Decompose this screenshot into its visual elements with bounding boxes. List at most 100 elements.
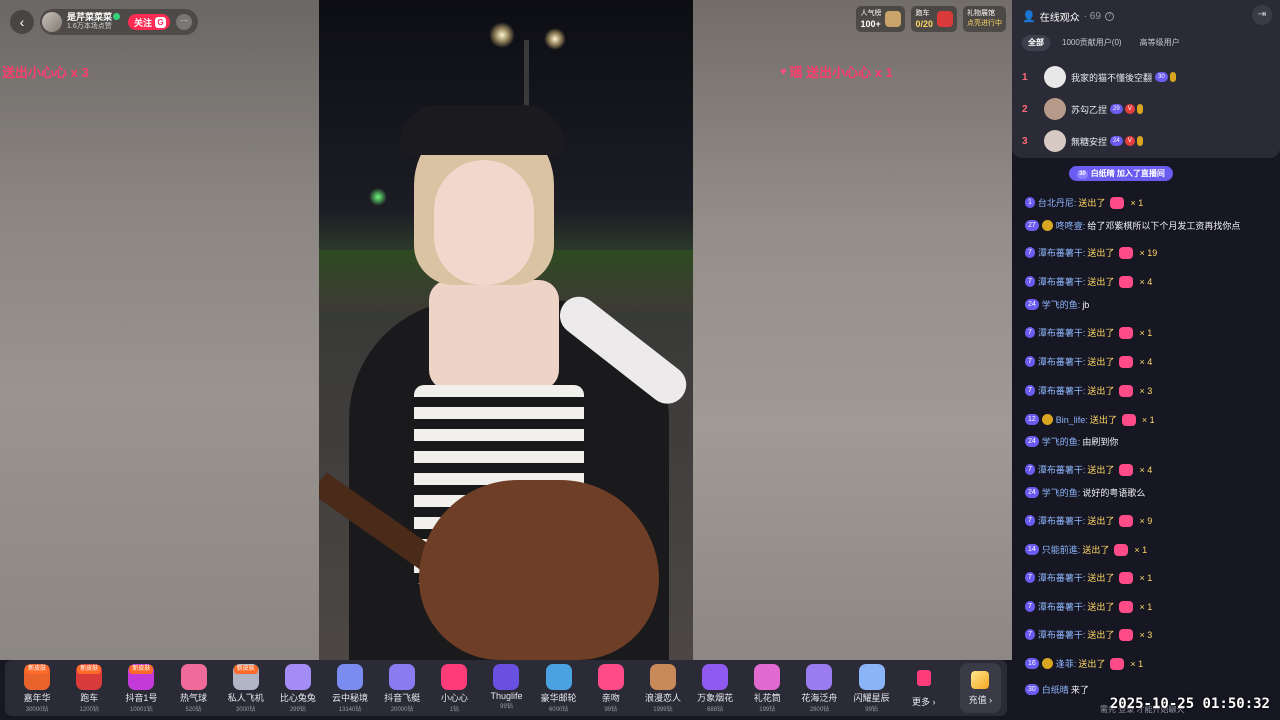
chat-message: 24 学飞的鱼: 说好的粤语歌么: [1012, 486, 1280, 499]
heart-gift-icon: [1119, 384, 1134, 397]
vip-badge: V: [1124, 136, 1135, 146]
chat-username[interactable]: 学飞的鱼:: [1042, 298, 1081, 311]
gift-tag: 新皮肤: [129, 665, 154, 674]
level-badge: 30: [1155, 72, 1168, 82]
more-gifts-button[interactable]: 更多 ›: [898, 662, 950, 714]
blurred-backdrop-right: [693, 0, 1012, 660]
gift-icon: [337, 664, 364, 690]
gift-icon: [493, 664, 520, 690]
chat-username[interactable]: 学飞的鱼:: [1042, 486, 1081, 499]
gift-item[interactable]: 抖音飞艇 20000钻: [376, 662, 428, 714]
back-arrow-icon[interactable]: ‹: [10, 10, 34, 34]
gift-item[interactable]: 热气球 520钻: [167, 662, 219, 714]
gift-item[interactable]: 小心心 1钻: [428, 662, 480, 714]
gift-item[interactable]: 浪漫恋人 1999钻: [637, 662, 689, 714]
gift-item[interactable]: 新皮肤 抖音1号 10001钻: [115, 662, 167, 714]
chat-username[interactable]: 潭布蕃薯干:: [1038, 384, 1086, 397]
gift-hall-label: 礼物展馆: [967, 10, 995, 17]
chat-text: 给了邓紫棋所以下个月发工资再找你点: [1087, 221, 1241, 231]
gift-item[interactable]: 万象烟花 688钻: [689, 662, 741, 714]
gift-item[interactable]: 礼花筒 199钻: [741, 662, 793, 714]
diamond-icon: [971, 670, 990, 689]
chat-username[interactable]: 台北丹尼:: [1038, 196, 1077, 209]
recharge-label: 充值 ›: [968, 694, 993, 705]
gift-item[interactable]: 云中秘境 13140钻: [324, 662, 376, 714]
level-badge: 24: [1025, 436, 1039, 447]
popularity-label: 人气榜: [860, 10, 882, 17]
anchor-card[interactable]: 是芹菜菜菜 1.6万本场点赞 关注 G ···: [40, 9, 199, 35]
gift-item[interactable]: 比心兔兔 299钻: [272, 662, 324, 714]
level-badge: 7: [1025, 464, 1035, 475]
chat-username[interactable]: 潭布蕃薯干:: [1038, 355, 1086, 368]
ranking-row[interactable]: 1 我家的猫不懂後空翻 30: [1022, 64, 1272, 90]
gift-icon: [754, 664, 781, 690]
stats-bar: 人气榜 100+ 跑车 0/20 礼物展馆 点亮进行中: [856, 6, 1006, 32]
chat-username[interactable]: 潭布蕃薯干:: [1038, 571, 1086, 584]
chat-text: 由刷到你: [1082, 437, 1119, 447]
chat-username[interactable]: Bin_life:: [1056, 415, 1088, 425]
popularity-value: 100+: [860, 19, 881, 29]
anchor-avatar[interactable]: [42, 12, 62, 32]
gift-multiplier: × 4: [1139, 276, 1153, 287]
gift-icon: [180, 664, 207, 690]
chat-username[interactable]: 逢菲:: [1056, 657, 1077, 670]
popularity-rank[interactable]: 人气榜 100+: [856, 6, 906, 32]
gift-name: 浪漫恋人: [644, 693, 681, 703]
gift-multiplier: × 4: [1139, 464, 1153, 475]
level-badge: 24: [1025, 487, 1039, 498]
gift-item[interactable]: 闪耀星辰 99钻: [846, 662, 898, 714]
chat-username[interactable]: 潭布蕃薯干:: [1038, 463, 1086, 476]
ranking-row[interactable]: 3 無糖安捏 24 V: [1022, 128, 1272, 154]
chat-message: 7 潭布蕃薯干: 送出了 × 4: [1012, 355, 1280, 368]
gift-multiplier: × 3: [1139, 629, 1153, 640]
gift-item[interactable]: 花海泛舟 2800钻: [793, 662, 845, 714]
follow-button[interactable]: 关注 G: [128, 14, 171, 30]
ranking-row[interactable]: 2 苏勾乙捏 29 V: [1022, 96, 1272, 122]
gift-name: 嘉年华: [23, 693, 51, 703]
gift-price: 20000钻: [390, 707, 414, 713]
users-icon: 👤: [1022, 11, 1036, 23]
beret-hat: [399, 105, 564, 155]
gift-toast-right: ♥ 瑶 送出小心心 x 1: [780, 62, 893, 81]
chat-message: 24 学飞的鱼: 由刷到你: [1012, 435, 1280, 448]
chat-username[interactable]: 潭布蕃薯干:: [1038, 246, 1086, 259]
audience-tab[interactable]: 全部: [1022, 35, 1050, 51]
collapse-panel-icon[interactable]: ⇥: [1252, 5, 1272, 25]
more-icon[interactable]: ···: [176, 14, 193, 30]
chat-username[interactable]: 潭布蕃薯干:: [1038, 600, 1086, 613]
chat-username[interactable]: 白纸晴: [1042, 683, 1069, 696]
chat-username[interactable]: 潭布蕃薯干:: [1038, 514, 1086, 527]
chat-username[interactable]: 学飞的鱼:: [1042, 435, 1081, 448]
gift-item[interactable]: 新皮肤 嘉年华 30000钻: [11, 662, 63, 714]
gift-price: 30000钻: [25, 707, 49, 713]
audience-tab[interactable]: 高等级用户: [1134, 35, 1186, 51]
live-video[interactable]: [319, 0, 693, 660]
audience-tab[interactable]: 1000贡献用户(0): [1056, 35, 1128, 51]
avatar[interactable]: [1044, 130, 1066, 152]
chat-action: 送出了: [1078, 198, 1106, 208]
gift-item[interactable]: Thuglife 99钻: [480, 662, 532, 714]
anchor-likes: 1.6万本场点赞: [67, 23, 112, 30]
car-progress[interactable]: 跑车 0/20: [911, 6, 957, 32]
help-icon[interactable]: ?: [1104, 12, 1114, 21]
chat-username[interactable]: 潭布蕃薯干:: [1038, 628, 1086, 641]
gift-hall[interactable]: 礼物展馆 点亮进行中: [963, 6, 1006, 32]
avatar[interactable]: [1044, 98, 1066, 120]
recharge-button[interactable]: 充值 ›: [959, 663, 1001, 713]
gift-item[interactable]: 新皮肤 私人飞机 3000钻: [220, 662, 272, 714]
guitar: [419, 480, 659, 660]
gift-item[interactable]: 新皮肤 跑车 1200钻: [63, 662, 115, 714]
chat-username[interactable]: 潭布蕃薯干:: [1038, 326, 1086, 339]
level-badge: 12: [1025, 414, 1039, 425]
fan-badge: [1136, 104, 1143, 114]
gift-icon: [649, 664, 676, 690]
gift-item[interactable]: 亲吻 99钻: [585, 662, 637, 714]
avatar[interactable]: [1044, 66, 1066, 88]
heart-gift-icon: [1119, 275, 1134, 288]
chat-username[interactable]: 潭布蕃薯干:: [1038, 275, 1086, 288]
gift-item[interactable]: 豪华邮轮 6000钻: [533, 662, 585, 714]
join-level-badge: 30: [1077, 170, 1088, 179]
chat-username[interactable]: 咚咚壹:: [1056, 219, 1086, 232]
chat-username[interactable]: 只能前進:: [1042, 543, 1081, 556]
fan-group-icon: G: [155, 16, 167, 28]
